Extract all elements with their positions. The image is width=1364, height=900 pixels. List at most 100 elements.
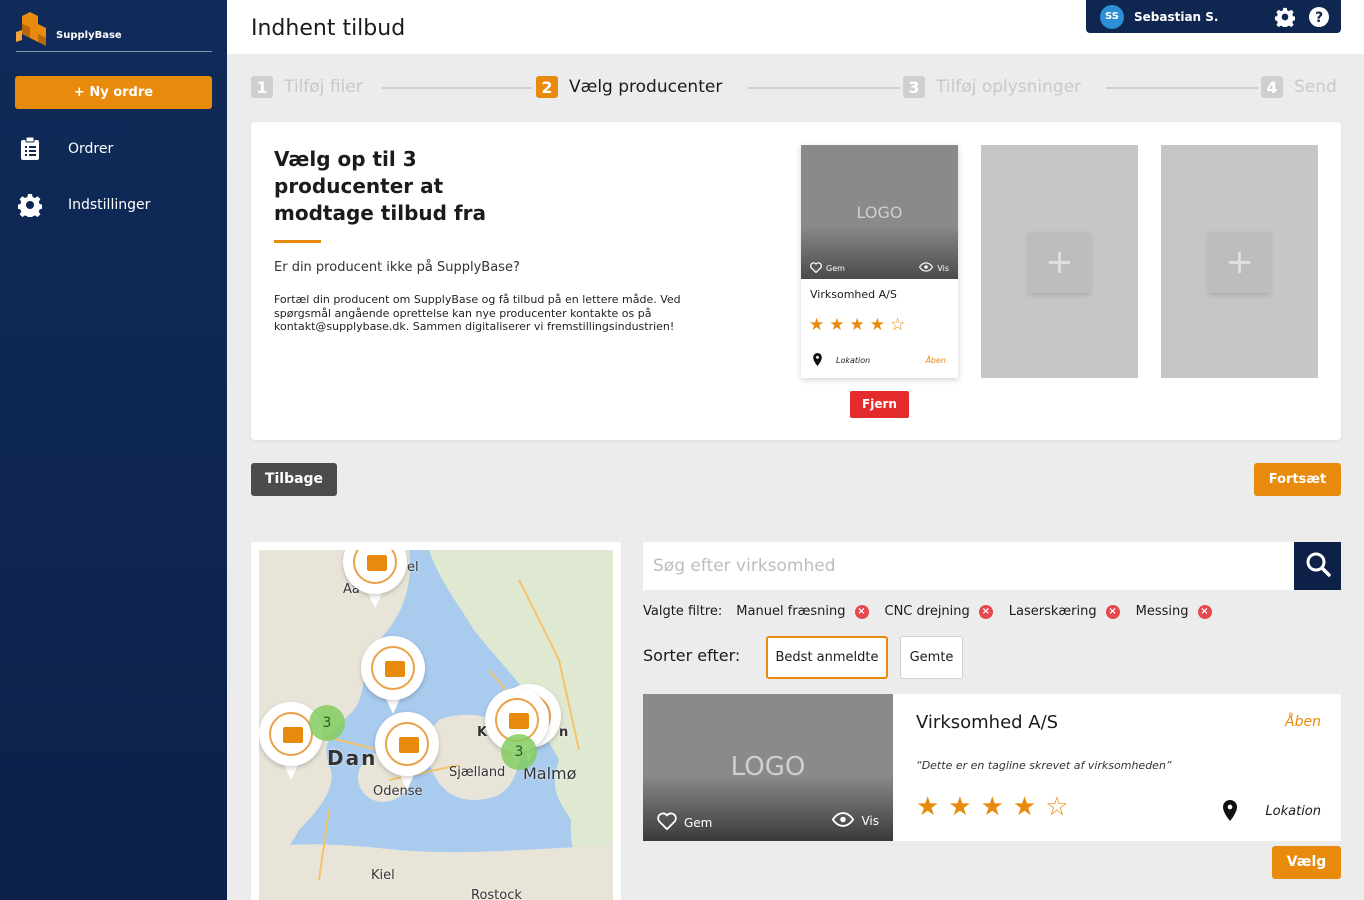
empty-slot[interactable]: + [1161, 145, 1318, 378]
selection-subtitle: Er din producent ikke på SupplyBase? [274, 260, 520, 275]
sort-best-rated-button[interactable]: Bedst anmeldte [766, 636, 888, 679]
remove-filter-icon[interactable]: × [1105, 604, 1120, 619]
map-label: Kiel [371, 868, 395, 883]
step-1[interactable]: 1 Tilføj filer [251, 76, 363, 98]
search-input[interactable] [643, 542, 1294, 590]
map-label: Dan [327, 746, 378, 770]
remove-filter-icon[interactable]: × [854, 604, 869, 619]
map-cluster[interactable]: 3 [501, 734, 537, 770]
save-action[interactable]: Gem [657, 812, 712, 833]
view-label: Vis [937, 263, 949, 273]
step-connector [1106, 87, 1258, 89]
step-label: Tilføj filer [284, 77, 363, 97]
step-label: Send [1294, 77, 1337, 97]
factory-icon [385, 661, 405, 677]
step-2[interactable]: 2 Vælg producenter [536, 76, 722, 98]
step-4[interactable]: 4 Send [1261, 76, 1337, 98]
remove-filter-icon[interactable]: × [1197, 604, 1212, 619]
filters-label: Valgte filtre: [643, 604, 723, 619]
view-action[interactable]: Vis [919, 262, 949, 274]
step-number: 4 [1261, 76, 1283, 98]
supplybase-logo-icon [16, 12, 46, 46]
avatar[interactable]: SS [1100, 4, 1124, 29]
clipboard-icon [18, 137, 42, 161]
factory-icon [509, 713, 529, 729]
search-button[interactable] [1294, 542, 1341, 590]
map-pin[interactable] [375, 712, 439, 792]
step-3[interactable]: 3 Tilføj oplysninger [903, 76, 1081, 98]
selection-text: Fortæl din producent om SupplyBase og få… [274, 293, 681, 333]
producer-result-card[interactable]: LOGO Gem Vis Virksomhed A/S Åben “Dette … [643, 694, 1341, 841]
search-bar [643, 542, 1341, 590]
settings-gear-icon[interactable] [1274, 6, 1296, 28]
filter-label: CNC drejning [884, 604, 970, 619]
step-label: Tilføj oplysninger [936, 77, 1082, 97]
user-name[interactable]: Sebastian S. [1134, 10, 1262, 24]
continue-button[interactable]: Fortsæt [1254, 463, 1341, 496]
producer-logo: LOGO Gem Vis [801, 145, 958, 279]
remove-button[interactable]: Fjern [850, 391, 909, 418]
title-underline [274, 240, 321, 243]
sidebar: SupplyBase + Ny ordre Ordrer Indstilling… [0, 0, 227, 900]
filter-label: Messing [1135, 604, 1189, 619]
rating-stars: ★★★★☆ [809, 315, 911, 335]
status-open: Åben [1285, 714, 1321, 730]
location-pin-icon [813, 353, 822, 368]
rating-stars: ★★★★☆ [916, 792, 1078, 822]
factory-icon [283, 727, 303, 743]
sort-saved-button[interactable]: Gemte [900, 636, 963, 679]
filter-label: Manuel fræsning [736, 604, 846, 619]
factory-icon [399, 737, 419, 753]
add-producer-plus-icon[interactable]: + [1029, 232, 1090, 293]
map-pin[interactable] [361, 636, 425, 716]
sidebar-item-label: Indstillinger [68, 197, 151, 213]
view-label: Vis [861, 814, 879, 828]
producer-tagline: “Dette er en tagline skrevet af virksomh… [916, 759, 1172, 772]
user-bar: SS Sebastian S. ? [1086, 0, 1341, 33]
brand[interactable]: SupplyBase [16, 10, 212, 52]
sidebar-item-settings[interactable]: Indstillinger [18, 192, 150, 218]
step-number: 3 [903, 76, 925, 98]
selected-filters: Valgte filtre: Manuel fræsning × CNC drej… [643, 604, 1228, 619]
svg-text:?: ? [1315, 10, 1323, 26]
help-icon[interactable]: ? [1308, 6, 1330, 28]
location-label: Lokation [836, 356, 871, 365]
step-number: 1 [251, 76, 273, 98]
producer-name: Virksomhed A/S [810, 288, 897, 301]
map-panel: el Aa Dan K n Sjælland Malmø Odense Kiel… [251, 542, 621, 900]
save-label: Gem [684, 815, 713, 830]
selected-producer-card[interactable]: LOGO Gem Vis Virksomhed A/S ★★★★☆ Lokati… [801, 145, 958, 378]
location-label: Lokation [1265, 804, 1321, 819]
save-action[interactable]: Gem [810, 262, 845, 275]
empty-slot[interactable]: + [981, 145, 1138, 378]
status-open: Åben [925, 356, 946, 365]
brand-name: SupplyBase [56, 30, 122, 41]
choose-button[interactable]: Vælg [1272, 846, 1341, 879]
eye-icon [832, 812, 855, 830]
gear-icon [18, 193, 42, 217]
page-title: Indhent tilbud [251, 16, 406, 41]
filter-chip: Laserskæring × [1009, 604, 1120, 619]
sidebar-item-label: Ordrer [68, 141, 114, 157]
step-connector [748, 87, 900, 89]
map-label: Rostock [471, 888, 522, 900]
map-pin[interactable] [343, 550, 407, 610]
remove-filter-icon[interactable]: × [978, 604, 993, 619]
map-cluster[interactable]: 3 [309, 705, 345, 741]
add-producer-plus-icon[interactable]: + [1209, 232, 1270, 293]
new-order-button[interactable]: + Ny ordre [15, 76, 212, 109]
eye-icon [919, 262, 934, 274]
view-action[interactable]: Vis [832, 812, 879, 830]
selection-panel: Vælg op til 3 producenter at modtage til… [251, 122, 1341, 440]
location: Lokation [813, 353, 870, 368]
sidebar-item-orders[interactable]: Ordrer [18, 136, 113, 162]
step-number: 2 [536, 76, 558, 98]
back-button[interactable]: Tilbage [251, 463, 337, 496]
map-label: el [407, 560, 419, 575]
map[interactable]: el Aa Dan K n Sjælland Malmø Odense Kiel… [259, 550, 613, 900]
filter-chip: CNC drejning × [885, 604, 993, 619]
filter-chip: Manuel fræsning × [736, 604, 869, 619]
filter-label: Laserskæring [1008, 604, 1097, 619]
filter-chip: Messing × [1136, 604, 1212, 619]
logo-placeholder: LOGO [856, 203, 903, 222]
